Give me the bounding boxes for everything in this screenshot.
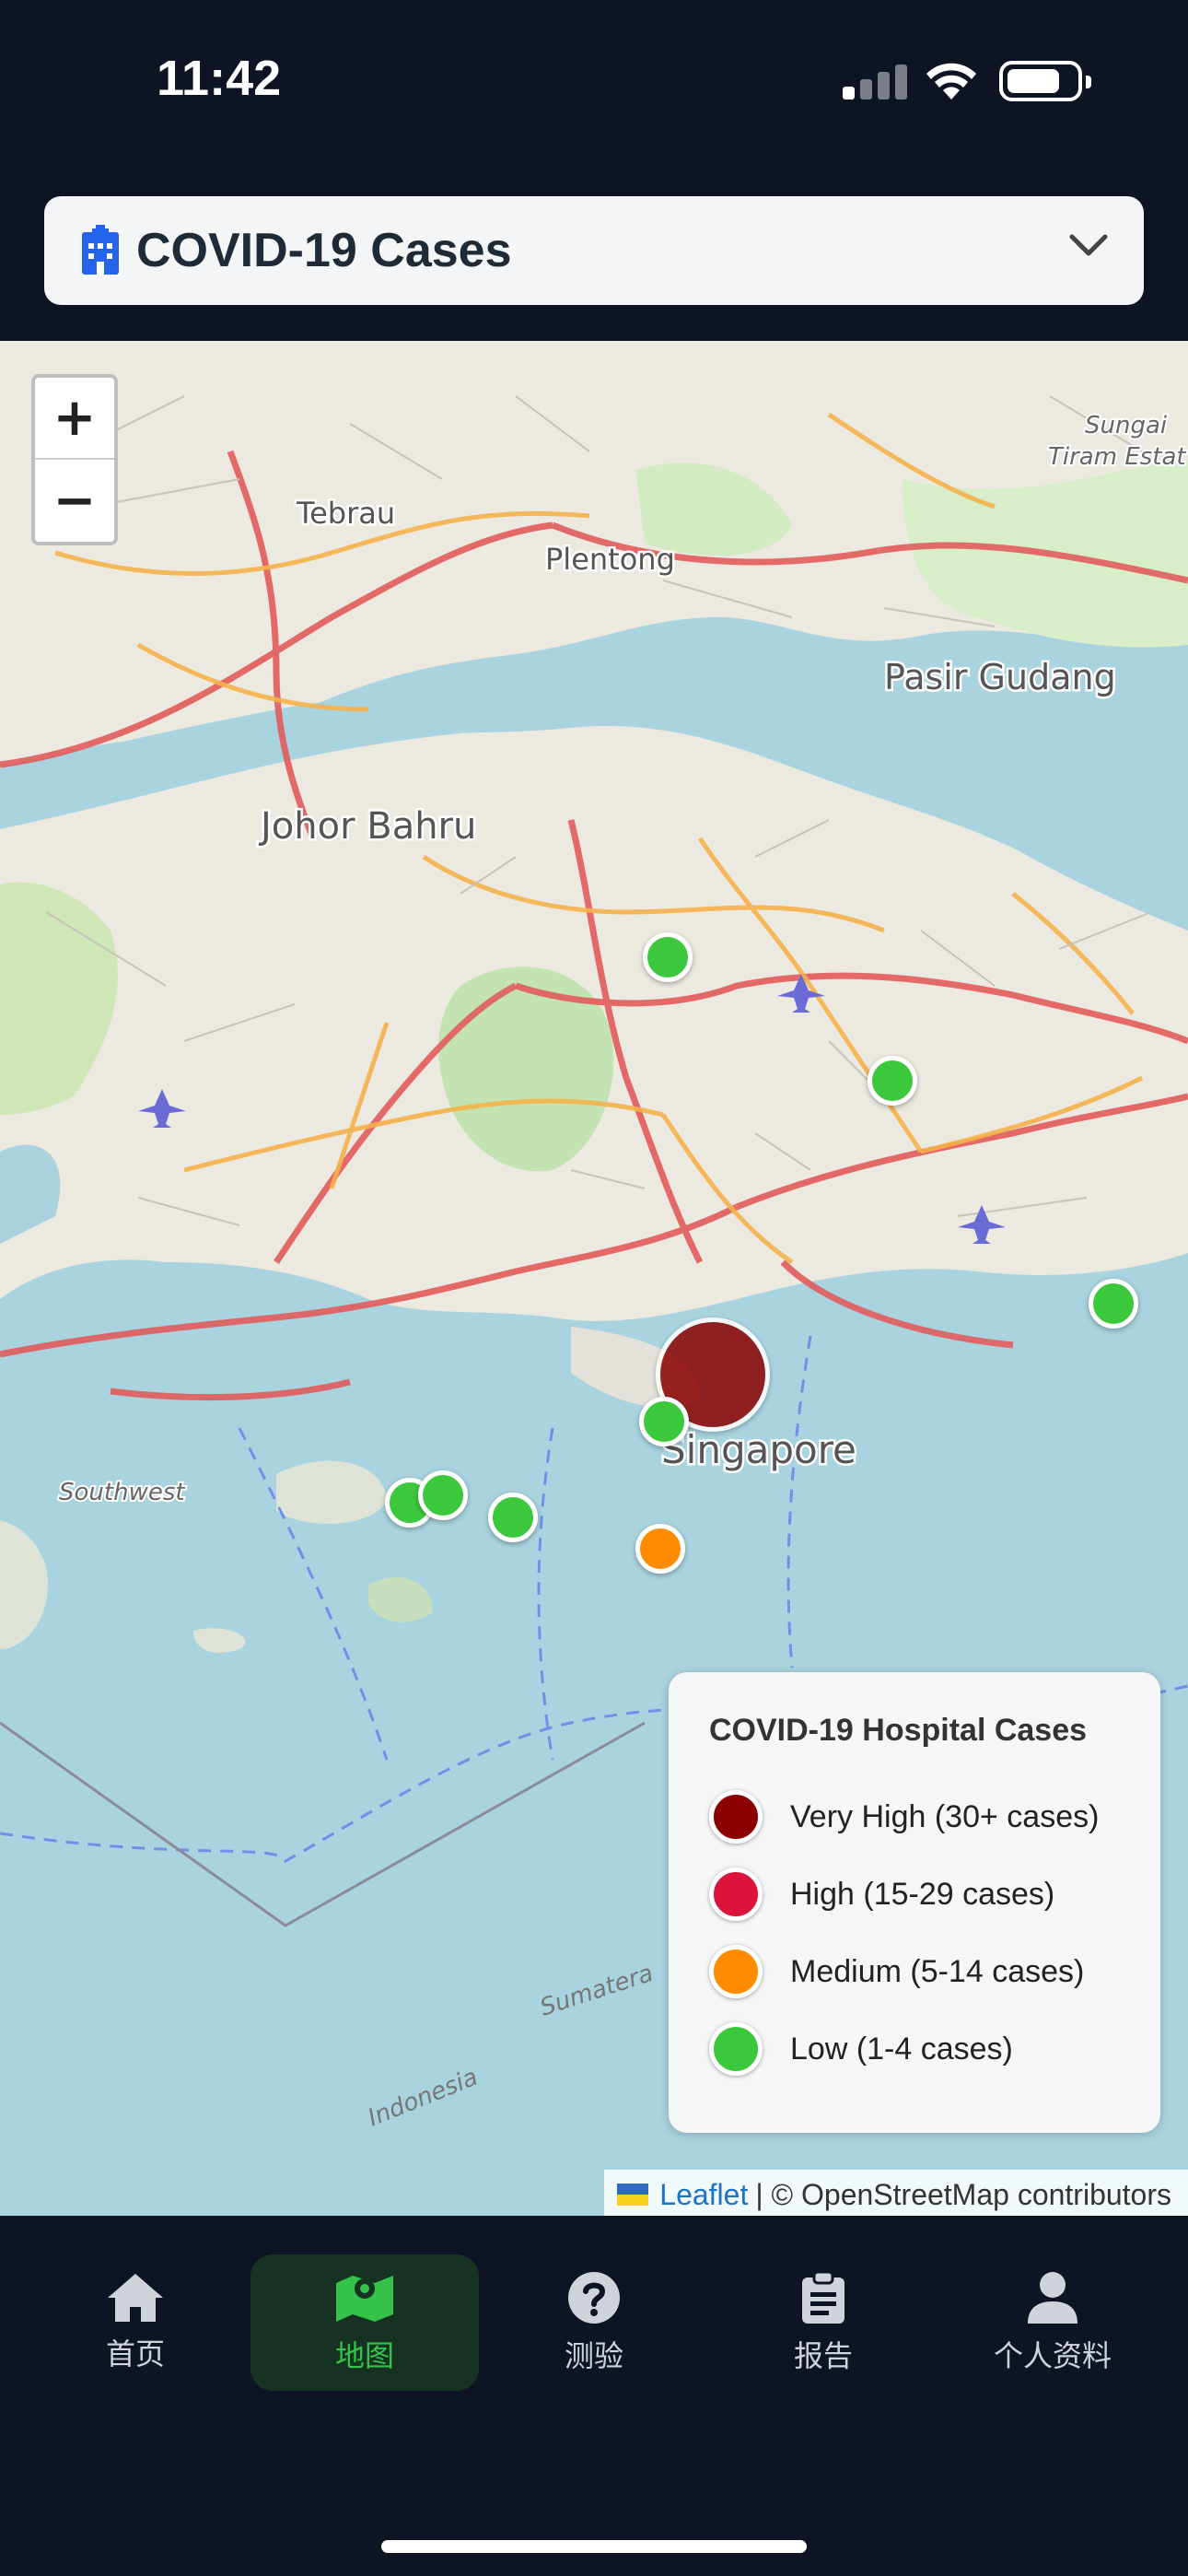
clipboard-icon: [802, 2270, 844, 2324]
tab-label: 个人资料: [993, 2338, 1112, 2373]
map-icon: [336, 2276, 393, 2322]
tab-label: 首页: [105, 2336, 165, 2371]
osm-attribution: | © OpenStreetMap contributors: [755, 2177, 1171, 2211]
case-marker-low[interactable]: [418, 1470, 468, 1520]
tab-map[interactable]: 地图: [250, 2254, 479, 2391]
case-marker-low[interactable]: [868, 1056, 917, 1106]
tab-label: 报告: [793, 2338, 853, 2373]
legend-item: Medium (5-14 cases): [709, 1933, 1160, 2010]
legend-item: Very High (30+ cases): [709, 1778, 1160, 1856]
case-marker-low[interactable]: [643, 932, 693, 982]
legend-swatch: [709, 2022, 763, 2076]
zoom-control: + −: [31, 374, 118, 545]
tab-profile[interactable]: 个人资料: [938, 2254, 1167, 2391]
label-indonesia: Indonesia: [364, 2064, 482, 2133]
status-time: 11:42: [157, 51, 282, 106]
bottom-tab-bar: 首页 地图 测验 报告 个人资料: [0, 2216, 1188, 2576]
case-marker-medium[interactable]: [635, 1524, 685, 1574]
label-johor-bahru: Johor Bahru: [258, 805, 476, 848]
label-singapore: Singapore: [661, 1427, 856, 1472]
legend-label: High (15-29 cases): [790, 1876, 1055, 1912]
ukraine-flag-icon: [617, 2184, 649, 2206]
select-title: COVID-19 Cases: [136, 224, 512, 277]
label-sungai: Sungai: [1085, 412, 1168, 439]
tab-label: 地图: [334, 2338, 394, 2373]
map-attribution: Leaflet | © OpenStreetMap contributors: [604, 2170, 1188, 2216]
header: COVID-19 Cases: [0, 161, 1188, 341]
user-icon: [1028, 2272, 1077, 2324]
wifi-icon: [926, 63, 976, 100]
label-pasir-gudang: Pasir Gudang: [884, 657, 1116, 697]
status-bar: 11:42: [0, 0, 1188, 161]
legend-swatch: [709, 1790, 763, 1844]
map-view[interactable]: Johor Bahru Singapore Pasir Gudang Plent…: [0, 341, 1188, 2216]
zoom-out-button[interactable]: −: [35, 460, 114, 542]
tab-quiz[interactable]: 测验: [480, 2254, 708, 2391]
legend-swatch: [709, 1868, 763, 1921]
label-plentong: Plentong: [545, 542, 675, 577]
zoom-in-button[interactable]: +: [35, 378, 114, 460]
label-tebrau: Tebrau: [296, 496, 395, 531]
case-marker-low[interactable]: [639, 1397, 689, 1446]
leaflet-link[interactable]: Leaflet: [659, 2178, 748, 2212]
label-southwest: Southwest: [59, 1479, 185, 1506]
legend-item: High (15-29 cases): [709, 1856, 1160, 1933]
cellular-signal-icon: [843, 64, 907, 100]
hospital-icon: [82, 225, 119, 275]
label-tiram: Tiram Estat: [1048, 443, 1186, 471]
home-indicator: [381, 2540, 807, 2553]
case-marker-low[interactable]: [1089, 1279, 1138, 1329]
case-marker-low[interactable]: [488, 1493, 538, 1542]
legend-label: Medium (5-14 cases): [790, 1953, 1085, 1989]
legend-item: Low (1-4 cases): [709, 2010, 1160, 2088]
legend-label: Very High (30+ cases): [790, 1798, 1100, 1834]
tab-report[interactable]: 报告: [709, 2254, 938, 2391]
legend-swatch: [709, 1945, 763, 1998]
battery-icon: [999, 61, 1091, 101]
tab-home[interactable]: 首页: [21, 2254, 250, 2391]
legend-title: COVID-19 Hospital Cases: [709, 1713, 1088, 1748]
tab-label: 测验: [564, 2338, 623, 2373]
map-legend: COVID-19 Hospital Cases Very High (30+ c…: [669, 1672, 1160, 2133]
chevron-down-icon: [1069, 234, 1108, 256]
home-icon: [108, 2274, 163, 2322]
label-sumatera: Sumatera: [537, 1960, 657, 2022]
legend-label: Low (1-4 cases): [790, 2031, 1013, 2067]
question-icon: [568, 2272, 620, 2324]
map-layer-select[interactable]: COVID-19 Cases: [44, 196, 1144, 305]
